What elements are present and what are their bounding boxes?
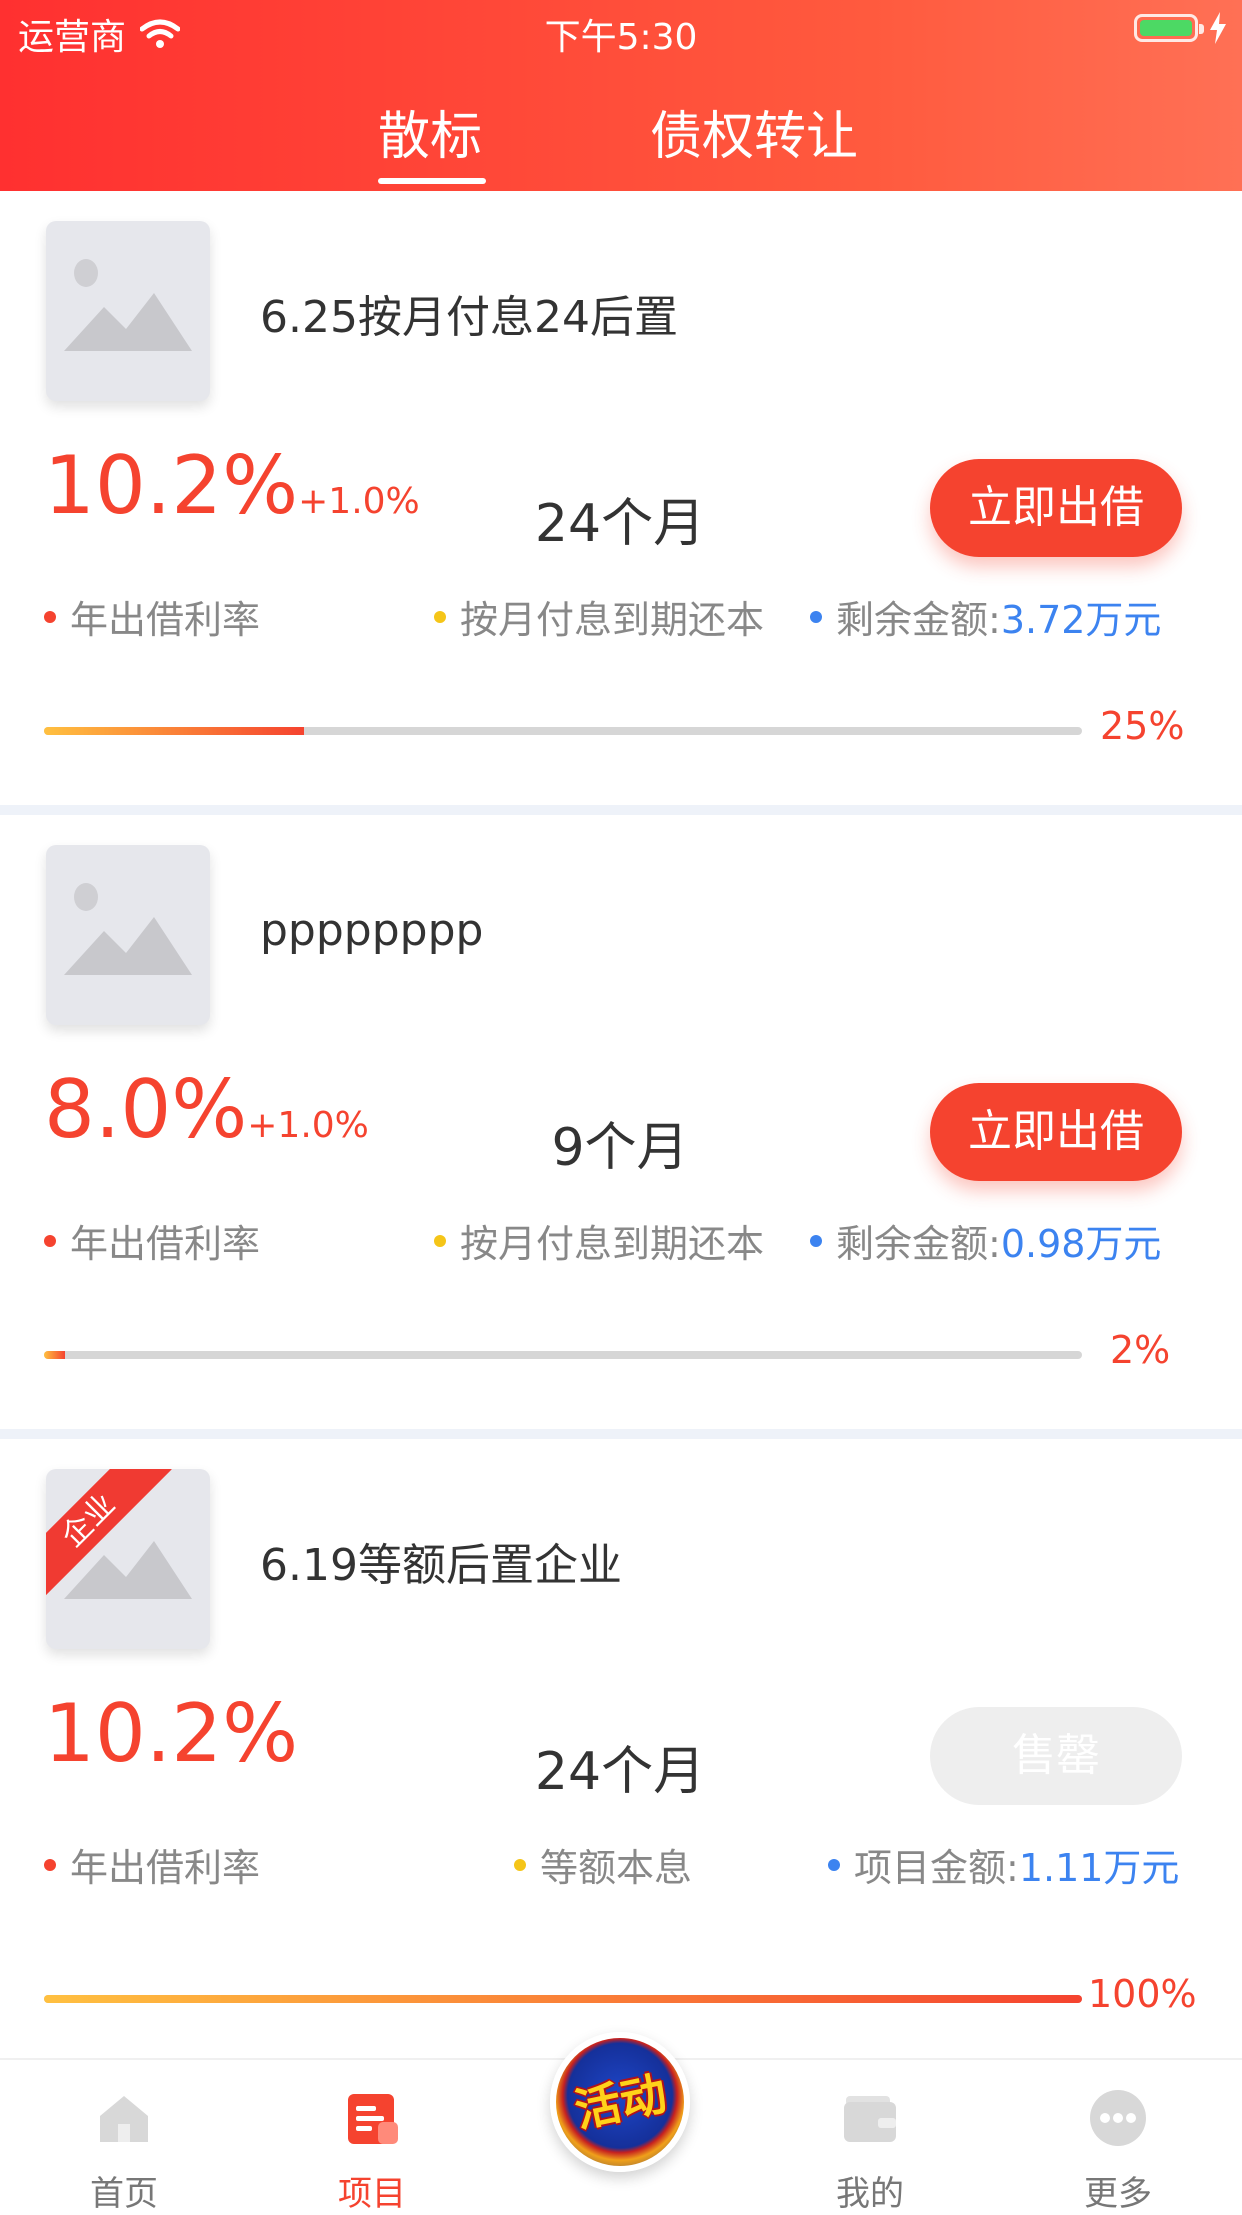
tabbar-mine[interactable]: 我的 — [770, 2060, 970, 2214]
rate-label-text: 年出借利率 — [70, 598, 261, 642]
repay-method: 按月付息到期还本 — [434, 1213, 764, 1268]
rate-label-text: 年出借利率 — [70, 1846, 261, 1890]
progress-percent: 2% — [1110, 1328, 1171, 1372]
image-placeholder-icon — [64, 883, 192, 975]
tabbar-more[interactable]: 更多 — [1018, 2060, 1218, 2214]
invest-now-button[interactable]: 立即出借 — [930, 459, 1182, 557]
image-placeholder-icon — [64, 259, 192, 351]
rate-label: 年出借利率 — [44, 1213, 260, 1268]
product-thumbnail — [46, 845, 210, 1025]
tab-debt-transfer[interactable]: 债权转让 — [650, 94, 858, 169]
invest-now-button[interactable]: 立即出借 — [930, 1083, 1182, 1181]
rate-main: 10.2% — [44, 1687, 299, 1780]
blue-dot-icon — [810, 1234, 822, 1247]
tab-sanbiao[interactable]: 散标 — [378, 94, 482, 169]
loan-term: 24个月 — [534, 494, 706, 554]
progress-fill — [44, 727, 304, 735]
tabbar-project[interactable]: 项目 — [272, 2060, 472, 2214]
repay-method: 按月付息到期还本 — [434, 589, 764, 644]
loan-term: 24个月 — [534, 1742, 706, 1802]
yellow-dot-icon — [434, 610, 446, 623]
project-amount: 项目金额: 1.11万元 — [828, 1837, 1179, 1892]
loan-card[interactable]: 6.25按月付息24后置 10.2%+1.0% 24个月 立即出借 年出借利率 … — [0, 191, 1242, 805]
progress-bar — [44, 727, 1082, 735]
annual-rate: 8.0%+1.0% — [44, 1063, 369, 1156]
repay-method-text: 按月付息到期还本 — [460, 1222, 765, 1266]
activity-button[interactable]: 活动 — [550, 2032, 690, 2172]
annual-rate: 10.2%+1.0% — [44, 439, 420, 532]
sold-out-button[interactable]: 售罄 — [930, 1707, 1182, 1805]
rate-label: 年出借利率 — [44, 1837, 260, 1892]
loan-title: 6.19等额后置企业 — [260, 1540, 622, 1591]
blue-dot-icon — [828, 1858, 840, 1871]
more-icon — [1090, 2090, 1146, 2146]
amount-value: 1.11万元 — [1018, 1846, 1180, 1890]
red-dot-icon — [44, 610, 56, 623]
amount-label: 剩余金额: — [836, 598, 1001, 642]
tabbar-home[interactable]: 首页 — [24, 2060, 224, 2214]
charging-icon — [1210, 12, 1226, 44]
repay-method-text: 等额本息 — [540, 1846, 693, 1890]
progress-fill — [44, 1351, 65, 1359]
card-separator — [0, 1429, 1242, 1439]
product-thumbnail: 企业 — [46, 1469, 210, 1649]
app-header: 运营商 下午5:30 散标 债权转让 — [0, 0, 1242, 191]
rate-bonus: +1.0% — [247, 1105, 369, 1146]
amount-label: 项目金额: — [854, 1846, 1019, 1890]
status-battery-group — [1134, 12, 1228, 44]
rate-label: 年出借利率 — [44, 589, 260, 644]
repay-method: 等额本息 — [514, 1837, 692, 1892]
yellow-dot-icon — [434, 1234, 446, 1247]
progress-fill — [44, 1995, 1082, 2003]
progress-bar — [44, 1351, 1082, 1359]
red-dot-icon — [44, 1234, 56, 1247]
blue-dot-icon — [810, 610, 822, 623]
active-tab-indicator — [378, 178, 486, 184]
product-thumbnail — [46, 221, 210, 401]
status-time: 下午5:30 — [544, 17, 698, 58]
amount-value: 3.72万元 — [1000, 598, 1162, 642]
project-list-icon — [348, 2094, 398, 2144]
loan-card[interactable]: pppppppp 8.0%+1.0% 9个月 立即出借 年出借利率 按月付息到期… — [0, 815, 1242, 1429]
red-dot-icon — [44, 1858, 56, 1871]
annual-rate: 10.2% — [44, 1687, 298, 1780]
rate-main: 10.2% — [44, 439, 299, 532]
loan-card[interactable]: 企业 6.19等额后置企业 10.2% 24个月 售罄 年出借利率 等额本息 项… — [0, 1439, 1242, 2053]
wallet-icon — [844, 2096, 896, 2142]
yellow-dot-icon — [514, 1858, 526, 1871]
battery-icon — [1134, 14, 1204, 42]
card-separator — [0, 805, 1242, 815]
remaining-amount: 剩余金额: 3.72万元 — [810, 589, 1161, 644]
loan-title: pppppppp — [260, 905, 484, 956]
remaining-amount: 剩余金额: 0.98万元 — [810, 1213, 1161, 1268]
progress-percent: 100% — [1088, 1972, 1197, 2016]
amount-value: 0.98万元 — [1000, 1222, 1162, 1266]
progress-percent: 25% — [1100, 704, 1185, 748]
progress-bar — [44, 1995, 1082, 2003]
repay-method-text: 按月付息到期还本 — [460, 598, 765, 642]
home-icon — [100, 2096, 148, 2142]
rate-bonus: +1.0% — [298, 481, 420, 522]
amount-label: 剩余金额: — [836, 1222, 1001, 1266]
activity-label: 活动 — [570, 2065, 672, 2138]
loan-title: 6.25按月付息24后置 — [260, 292, 678, 343]
loan-term: 9个月 — [551, 1118, 689, 1178]
rate-main: 8.0% — [44, 1063, 248, 1156]
rate-label-text: 年出借利率 — [70, 1222, 261, 1266]
